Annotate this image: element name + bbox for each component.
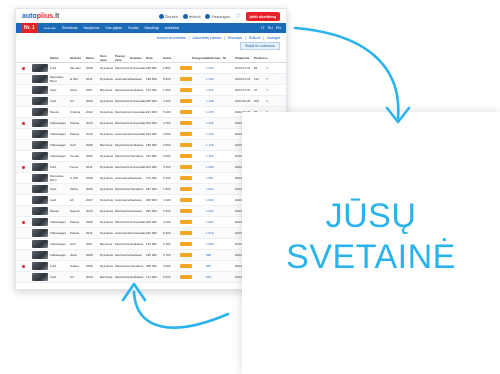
arrows-layer (121, 26, 411, 329)
arrow-right-to-panel (293, 26, 400, 120)
arrow-back-to-screenshot (132, 290, 230, 329)
